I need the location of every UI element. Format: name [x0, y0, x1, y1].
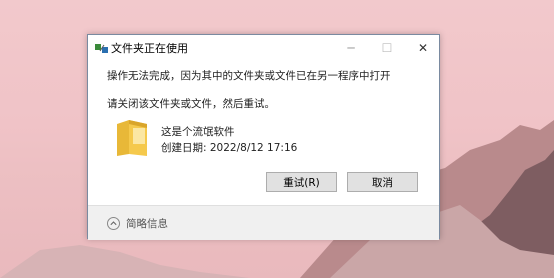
close-button[interactable]: ✕ [406, 35, 440, 60]
details-footer: 简略信息 [88, 205, 439, 240]
instruction-message: 请关闭该文件夹或文件，然后重试。 [107, 98, 275, 110]
retry-button[interactable]: 重试(R) [266, 172, 337, 192]
cancel-button[interactable]: 取消 [347, 172, 418, 192]
file-name: 这是个流氓软件 [161, 126, 235, 138]
file-move-icon [95, 44, 108, 53]
maximize-icon: ☐ [381, 40, 393, 55]
chevron-up-icon[interactable] [107, 217, 120, 230]
minimize-button[interactable]: ─ [334, 35, 368, 60]
dialog-title: 文件夹正在使用 [111, 42, 188, 55]
close-icon: ✕ [417, 40, 429, 55]
maximize-button[interactable]: ☐ [370, 35, 404, 60]
error-message: 操作无法完成，因为其中的文件夹或文件已在另一程序中打开 [107, 70, 391, 82]
minimize-icon: ─ [347, 40, 355, 55]
file-created-date: 创建日期: 2022/8/12 17:16 [161, 142, 298, 154]
details-toggle-label[interactable]: 简略信息 [126, 216, 168, 231]
folder-icon [117, 120, 147, 156]
title-bar[interactable]: 文件夹正在使用 ─ ☐ ✕ [88, 35, 439, 60]
folder-in-use-dialog: 文件夹正在使用 ─ ☐ ✕ 操作无法完成，因为其中的文件夹或文件已在另一程序中打… [87, 34, 440, 240]
